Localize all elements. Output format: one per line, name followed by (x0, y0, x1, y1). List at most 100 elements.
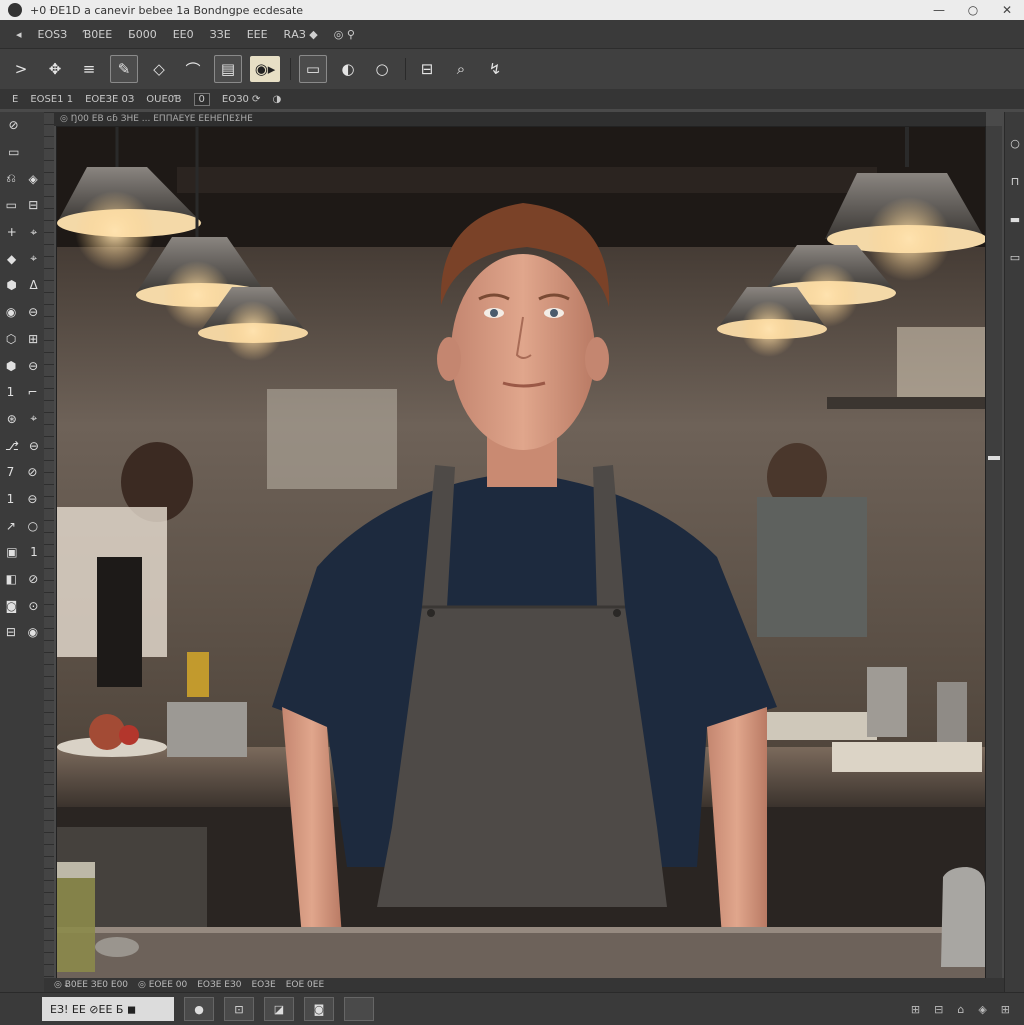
globe-icon[interactable]: ● (184, 997, 214, 1021)
tool-icon[interactable]: ◈ (28, 172, 37, 186)
option-item[interactable]: ЕОЗ0 ⟳ (222, 94, 261, 105)
tool-icon[interactable]: ⬡ (6, 332, 16, 346)
option-item[interactable]: ОUЕ0Ɓ (146, 94, 181, 105)
tool-icon[interactable]: ⊖ (29, 439, 39, 453)
tool-icon[interactable]: + (7, 225, 17, 239)
circle-icon[interactable]: ○ (369, 56, 395, 82)
brush-icon[interactable]: ◪ (264, 997, 294, 1021)
document-icon[interactable]: ◙ (304, 997, 334, 1021)
tool-icon[interactable]: ᐃ (29, 278, 37, 292)
panel-toggle-icon[interactable]: ⊟ (934, 1003, 943, 1016)
option-item[interactable]: ЕОЕЗЕ 0З (85, 94, 134, 105)
tag-icon[interactable]: ◇ (146, 56, 172, 82)
tool-icon[interactable]: ◉ (6, 305, 16, 319)
menu-item[interactable]: RАЗ ◆ (284, 28, 318, 41)
tool-icon[interactable]: ⊞ (28, 332, 38, 346)
option-item[interactable]: ЕОSЕ1 1 (30, 94, 73, 105)
grid-icon[interactable]: ⊞ (911, 1003, 920, 1016)
panel-icon[interactable]: ○ (1009, 138, 1021, 150)
menu-icon[interactable]: ≡ (76, 56, 102, 82)
tool-icon[interactable]: ↗ (6, 519, 16, 533)
tool-row: 1 ⊖ (0, 486, 44, 513)
canvas-photo (57, 127, 985, 979)
shape-icon[interactable]: ◐ (335, 56, 361, 82)
app-icon (8, 3, 22, 17)
move-icon[interactable]: ✥ (42, 56, 68, 82)
panel-icon[interactable]: ▬ (1009, 214, 1021, 226)
tool-icon[interactable]: ◧ (6, 572, 17, 586)
horizontal-ruler[interactable]: ◎ Ŋ00 ЕВ ɢɓ ЗНЕ ... ΕΠΠΑΕΥΕ ΕΕΗΕΠΕΣΗΕ (54, 112, 986, 126)
edit-icon[interactable]: ✎ (110, 55, 138, 83)
tool-icon[interactable]: ⊙ (28, 599, 38, 613)
bell-icon[interactable]: ⌒ (180, 56, 206, 82)
tool-icon[interactable]: 1 (7, 492, 15, 506)
tool-icon[interactable]: 1 (30, 545, 38, 559)
tool-icon[interactable]: ○ (28, 519, 38, 533)
minimize-button[interactable]: — (922, 3, 956, 17)
tool-icon[interactable]: ⌖ (30, 251, 37, 266)
option-chip[interactable]: 0 (193, 92, 210, 106)
frame-icon[interactable]: ▭ (299, 55, 327, 83)
tool-icon[interactable]: ⊘ (27, 465, 37, 479)
tool-icon[interactable]: 1 (7, 385, 15, 399)
settings-icon[interactable]: ◈ (978, 1003, 986, 1016)
transform-icon[interactable]: ↯ (482, 56, 508, 82)
option-item[interactable]: ◑ (272, 94, 281, 105)
panel-icon[interactable]: ▭ (1009, 252, 1021, 264)
tool-icon[interactable]: ⊘ (8, 118, 18, 132)
tool-icon[interactable]: ⌖ (30, 225, 37, 240)
menu-item[interactable]: Ɓ0ЕЕ (83, 28, 112, 41)
layout-icon[interactable]: ⊞ (1001, 1003, 1010, 1016)
main-toolbar: > ✥ ≡ ✎ ◇ ⌒ ▤ ◉▸ ▭ ◐ ○ ⊟ ⌕ ↯ (0, 48, 1024, 90)
menu-item[interactable]: ◎ ⚲ (334, 28, 355, 41)
tool-icon[interactable]: ◉ (28, 625, 38, 639)
tool-icon[interactable]: ⊛ (7, 412, 17, 426)
back-icon[interactable]: > (8, 56, 34, 82)
image-icon[interactable]: ⊡ (224, 997, 254, 1021)
menu-item[interactable]: ЕЕ0 (173, 28, 194, 41)
tool-icon[interactable]: ⊘ (28, 572, 38, 586)
menu-item[interactable]: ЗЗЕ (210, 28, 231, 41)
tool-icon[interactable]: ⎌ (6, 171, 16, 186)
tool-icon[interactable]: ⊖ (28, 305, 38, 319)
tool-icon[interactable]: ▭ (6, 198, 17, 212)
option-item[interactable]: Е (12, 94, 18, 105)
tool-icon[interactable]: 7 (7, 465, 15, 479)
tool-row: ▭ (0, 139, 44, 166)
tool-icon[interactable]: ▭ (8, 145, 19, 159)
tool-icon[interactable]: ⊖ (28, 359, 38, 373)
tool-row: ▭ ⊟ (0, 192, 44, 219)
crop-icon[interactable]: ⊟ (414, 56, 440, 82)
tool-icon[interactable]: ▣ (6, 545, 17, 559)
tool-icon[interactable]: ◙ (6, 599, 18, 613)
close-button[interactable]: ✕ (990, 3, 1024, 17)
tool-icon[interactable]: ⬢ (6, 359, 16, 373)
tool-icon[interactable]: ⌐ (27, 385, 37, 399)
panel-icon[interactable]: ⊓ (1009, 176, 1021, 188)
layers-icon[interactable]: ▤ (214, 55, 242, 83)
tool-row: + ⌖ (0, 219, 44, 246)
search-icon[interactable]: ⌕ (448, 56, 474, 82)
home-icon[interactable]: ⌂ (957, 1003, 964, 1016)
tool-icon[interactable]: ⊟ (6, 625, 16, 639)
menu-item[interactable]: ЕОSЗ (38, 28, 68, 41)
tool-icon[interactable]: ⊖ (27, 492, 37, 506)
menu-item[interactable]: ◂ (16, 28, 22, 41)
tool-icon[interactable]: ⌖ (30, 411, 37, 426)
menu-item[interactable]: ЕЕЕ (247, 28, 268, 41)
tool-icon[interactable]: ◆ (7, 252, 16, 266)
vertical-ruler[interactable] (44, 112, 54, 988)
tool-icon[interactable]: ⎇ (5, 439, 19, 453)
media-icon[interactable]: ◉▸ (250, 56, 280, 82)
tool-row: ⬡ ⊞ (0, 326, 44, 353)
bottom-field[interactable]: ЕЗ! ЕЕ ⊘ЕЕ Б ◼ (42, 997, 174, 1021)
tool-icon[interactable]: ⬢ (6, 278, 16, 292)
tool-icon[interactable]: ⊟ (28, 198, 38, 212)
vertical-scrollbar[interactable] (986, 126, 1002, 978)
document-canvas[interactable] (56, 126, 986, 980)
scrollbar-thumb[interactable] (988, 456, 1000, 460)
maximize-button[interactable]: ○ (956, 3, 990, 17)
tool-row: ⬢ ᐃ (0, 272, 44, 299)
menu-item[interactable]: Б000 (128, 28, 157, 41)
empty-slot-button[interactable] (344, 997, 374, 1021)
